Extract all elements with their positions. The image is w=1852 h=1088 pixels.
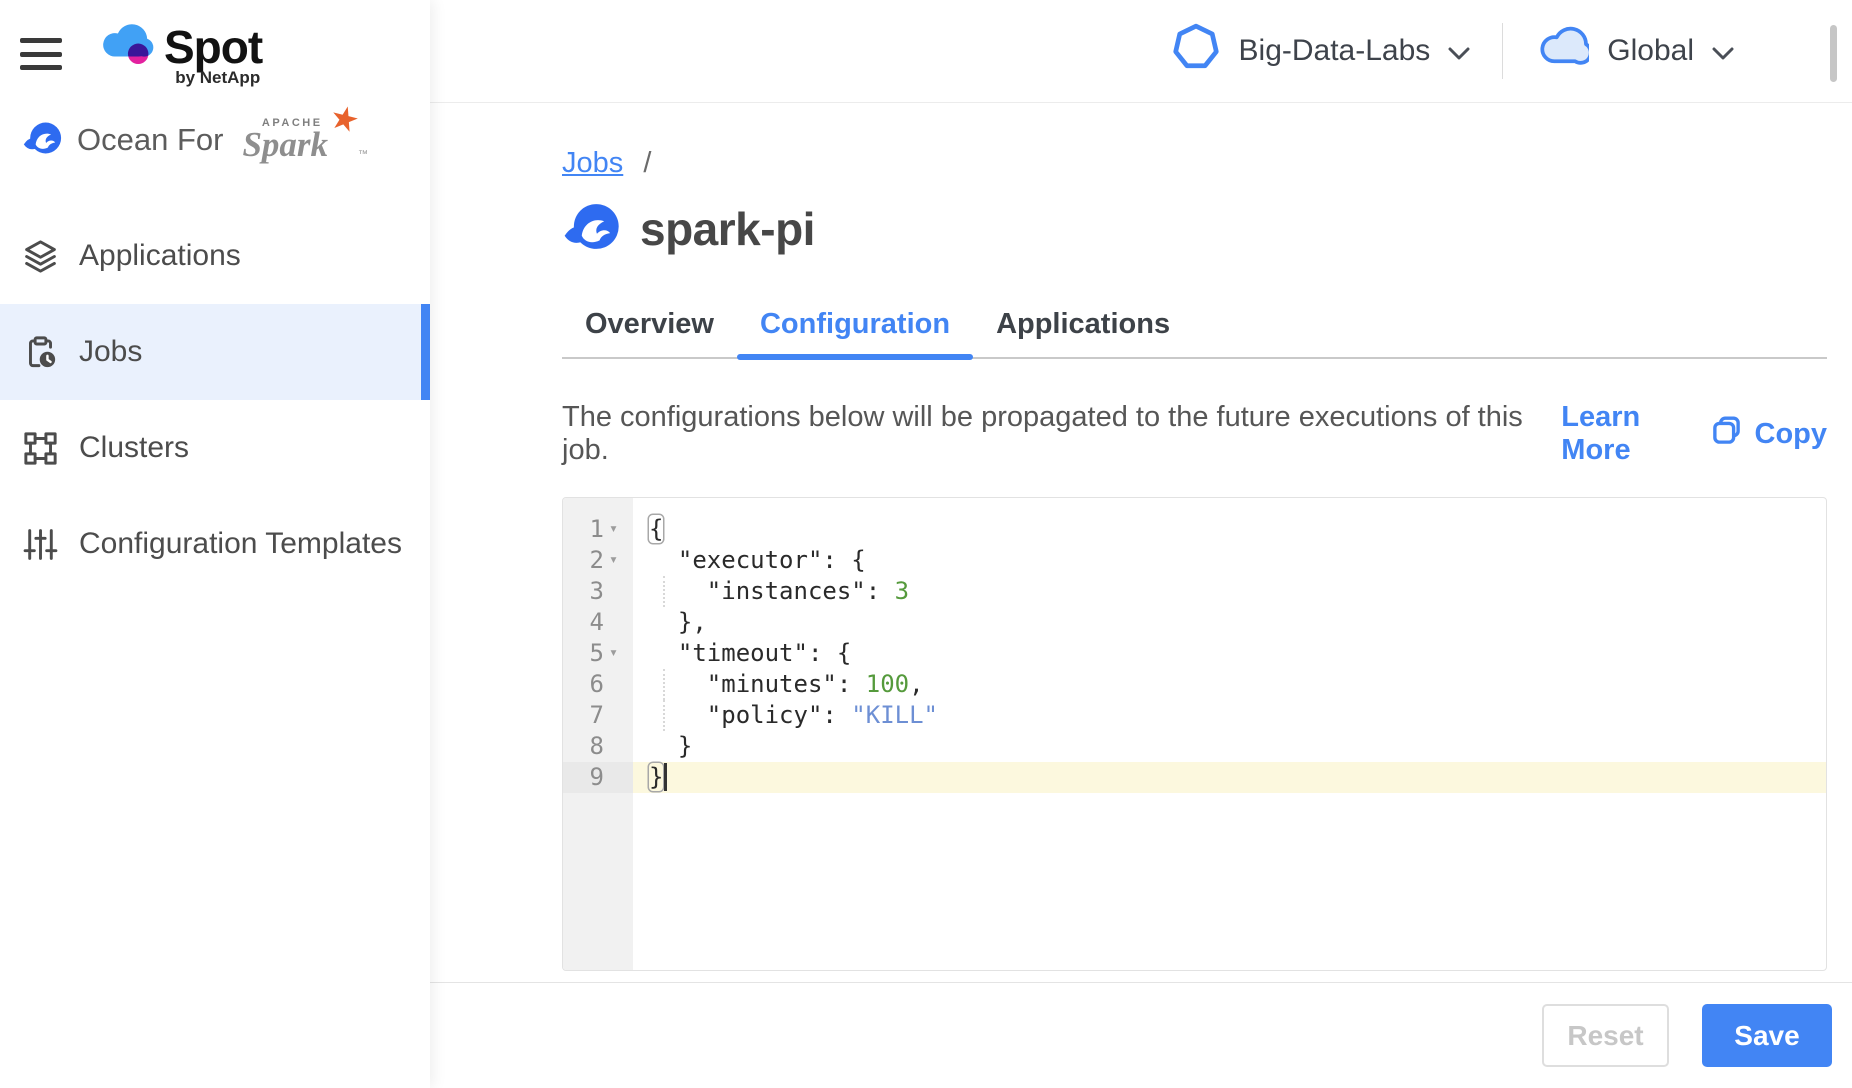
sliders-icon bbox=[22, 526, 59, 563]
sidebar-item-clusters[interactable]: Clusters bbox=[0, 400, 430, 496]
product-prefix: Ocean For bbox=[77, 122, 223, 158]
code-line-4[interactable]: 4 }, bbox=[563, 607, 1826, 638]
line-number: 7 bbox=[563, 700, 633, 731]
fold-arrow-icon[interactable]: ▾ bbox=[609, 637, 618, 668]
org-name: Big-Data-Labs bbox=[1239, 34, 1431, 68]
breadcrumb: Jobs / bbox=[562, 147, 1827, 180]
line-number: 6 bbox=[563, 669, 633, 700]
sidebar-item-label: Applications bbox=[79, 239, 241, 273]
spot-cloud-icon bbox=[96, 22, 154, 73]
chevron-down-icon bbox=[1712, 47, 1734, 60]
spot-logo: Spot by NetApp bbox=[96, 20, 262, 88]
code-editor[interactable]: 1▾{2▾ "executor": {3 "instances": 34 },5… bbox=[562, 497, 1827, 971]
layers-icon bbox=[22, 238, 59, 275]
copy-label: Copy bbox=[1755, 418, 1828, 451]
cloud-icon bbox=[1535, 25, 1589, 77]
copy-button[interactable]: Copy bbox=[1711, 415, 1828, 454]
clipboard-clock-icon bbox=[22, 334, 59, 371]
line-number: 3 bbox=[563, 576, 633, 607]
header-divider bbox=[1502, 23, 1503, 79]
tab-applications[interactable]: Applications bbox=[973, 296, 1193, 357]
main-content: Jobs / spark-pi Overview Configuration A… bbox=[430, 103, 1852, 982]
sidebar: Spot by NetApp Ocean For APACHE Spark ★ … bbox=[0, 0, 430, 1088]
save-button[interactable]: Save bbox=[1702, 1004, 1832, 1067]
tab-configuration[interactable]: Configuration bbox=[737, 296, 973, 357]
ocean-wave-icon bbox=[22, 119, 62, 162]
job-wave-icon bbox=[562, 200, 620, 258]
sidebar-item-applications[interactable]: Applications bbox=[0, 208, 430, 304]
scope-switcher[interactable]: Global bbox=[1535, 25, 1734, 77]
code-line-6[interactable]: 6 "minutes": 100, bbox=[563, 669, 1826, 700]
code-line-2[interactable]: 2▾ "executor": { bbox=[563, 545, 1826, 576]
scope-name: Global bbox=[1607, 34, 1694, 68]
code-line-3[interactable]: 3 "instances": 3 bbox=[563, 576, 1826, 607]
copy-icon bbox=[1711, 415, 1742, 454]
sidebar-item-configuration-templates[interactable]: Configuration Templates bbox=[0, 496, 430, 592]
line-number: 1▾ bbox=[563, 514, 633, 545]
text-cursor bbox=[664, 763, 667, 791]
brand-name: Spot bbox=[164, 20, 262, 74]
learn-more-link[interactable]: Learn More bbox=[1561, 401, 1710, 467]
chevron-down-icon bbox=[1448, 47, 1470, 60]
spark-wordmark: Spark bbox=[242, 127, 328, 162]
reset-button[interactable]: Reset bbox=[1542, 1004, 1669, 1067]
tab-overview[interactable]: Overview bbox=[562, 296, 737, 357]
sidebar-nav: Applications Jobs bbox=[0, 208, 430, 592]
code-line-5[interactable]: 5▾ "timeout": { bbox=[563, 638, 1826, 669]
trademark: ™ bbox=[358, 150, 368, 160]
line-number: 5▾ bbox=[563, 638, 633, 669]
code-text[interactable]: }, bbox=[633, 607, 1826, 638]
config-description: The configurations below will be propaga… bbox=[562, 401, 1531, 467]
line-number: 8 bbox=[563, 731, 633, 762]
product-logo: Ocean For APACHE Spark ★ ™ bbox=[22, 118, 350, 162]
app-window: Spot by NetApp Ocean For APACHE Spark ★ … bbox=[0, 0, 1852, 1088]
spark-star-icon: ★ bbox=[327, 99, 364, 138]
sidebar-item-label: Jobs bbox=[79, 335, 142, 369]
code-line-8[interactable]: 8 } bbox=[563, 731, 1826, 762]
breadcrumb-separator: / bbox=[643, 147, 651, 179]
code-text[interactable]: { bbox=[633, 514, 1826, 545]
config-section-header: The configurations below will be propaga… bbox=[562, 401, 1827, 467]
sidebar-item-label: Configuration Templates bbox=[79, 527, 402, 561]
code-text[interactable]: } bbox=[633, 762, 1826, 793]
hamburger-menu-icon[interactable] bbox=[20, 38, 62, 70]
page-title: spark-pi bbox=[640, 202, 815, 256]
footer-bar: Reset Save bbox=[430, 982, 1852, 1088]
code-text[interactable]: "instances": 3 bbox=[633, 576, 1826, 607]
line-number: 9 bbox=[563, 762, 633, 793]
code-text[interactable]: "executor": { bbox=[633, 545, 1826, 576]
page-scrollbar-thumb[interactable] bbox=[1830, 25, 1837, 82]
app-header: Big-Data-Labs Global bbox=[430, 0, 1852, 103]
code-line-1[interactable]: 1▾{ bbox=[563, 514, 1826, 545]
cluster-nodes-icon bbox=[22, 430, 59, 467]
apache-spark-logo: APACHE Spark ★ ™ bbox=[242, 118, 350, 162]
heptagon-icon bbox=[1171, 22, 1221, 80]
org-switcher[interactable]: Big-Data-Labs bbox=[1171, 22, 1471, 80]
code-line-7[interactable]: 7 "policy": "KILL" bbox=[563, 700, 1826, 731]
code-text[interactable]: "policy": "KILL" bbox=[633, 700, 1826, 731]
sidebar-item-label: Clusters bbox=[79, 431, 189, 465]
code-text[interactable]: "timeout": { bbox=[633, 638, 1826, 669]
code-editor-lines: 1▾{2▾ "executor": {3 "instances": 34 },5… bbox=[563, 498, 1826, 793]
sidebar-item-jobs[interactable]: Jobs bbox=[0, 304, 430, 400]
fold-arrow-icon[interactable]: ▾ bbox=[609, 544, 618, 575]
tab-bar: Overview Configuration Applications bbox=[562, 296, 1827, 359]
line-number: 4 bbox=[563, 607, 633, 638]
page-title-row: spark-pi bbox=[562, 200, 1827, 258]
code-line-9[interactable]: 9} bbox=[563, 762, 1826, 793]
line-number: 2▾ bbox=[563, 545, 633, 576]
code-text[interactable]: "minutes": 100, bbox=[633, 669, 1826, 700]
fold-arrow-icon[interactable]: ▾ bbox=[609, 513, 618, 544]
breadcrumb-jobs-link[interactable]: Jobs bbox=[562, 147, 623, 179]
brand-byline: by NetApp bbox=[175, 68, 260, 88]
code-text[interactable]: } bbox=[633, 731, 1826, 762]
